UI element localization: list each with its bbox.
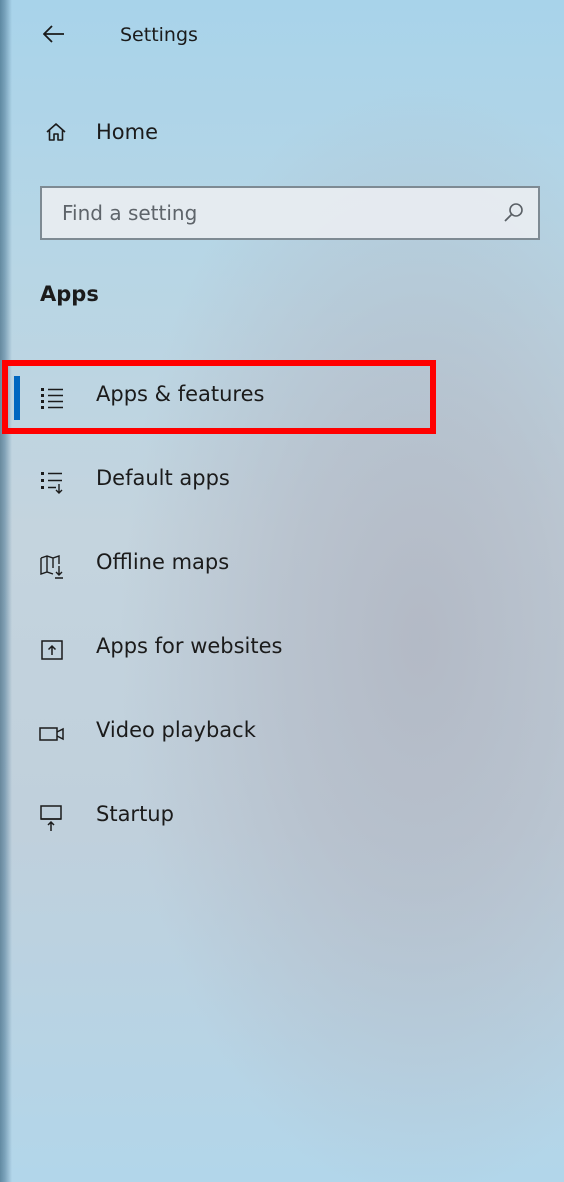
- nav-label: Default apps: [96, 466, 230, 490]
- offline-maps-icon: [40, 555, 63, 579]
- default-apps-icon: [41, 472, 63, 494]
- back-button[interactable]: [40, 20, 68, 48]
- apps-for-websites-icon: [41, 640, 63, 660]
- search-box[interactable]: [40, 186, 540, 240]
- nav-label: Offline maps: [96, 550, 230, 574]
- header: Settings: [0, 0, 564, 70]
- video-playback-icon: [39, 727, 64, 741]
- nav-item-apps-features[interactable]: Apps & features: [0, 356, 440, 440]
- apps-features-icon: [41, 388, 63, 409]
- selected-indicator: [14, 376, 20, 420]
- search-input[interactable]: [42, 188, 482, 238]
- search-icon[interactable]: [502, 201, 526, 225]
- app-title: Settings: [120, 24, 198, 46]
- back-arrow-icon: [43, 25, 64, 43]
- nav-item-startup[interactable]: Startup: [0, 776, 440, 860]
- nav-item-offline-maps[interactable]: Offline maps: [0, 524, 440, 608]
- section-heading: Apps: [40, 282, 99, 306]
- nav-label: Video playback: [96, 718, 256, 742]
- nav-item-video-playback[interactable]: Video playback: [0, 692, 440, 776]
- nav-label: Apps for websites: [96, 634, 283, 658]
- nav-item-default-apps[interactable]: Default apps: [0, 440, 440, 524]
- home-nav-item[interactable]: Home: [0, 108, 564, 156]
- nav-label: Apps & features: [96, 382, 265, 406]
- startup-icon: [40, 805, 62, 831]
- nav-item-apps-for-websites[interactable]: Apps for websites: [0, 608, 440, 692]
- settings-window: Settings Home Apps Apps & features: [0, 0, 564, 1182]
- home-label: Home: [96, 120, 159, 144]
- home-icon: [46, 123, 66, 141]
- nav-label: Startup: [96, 802, 174, 826]
